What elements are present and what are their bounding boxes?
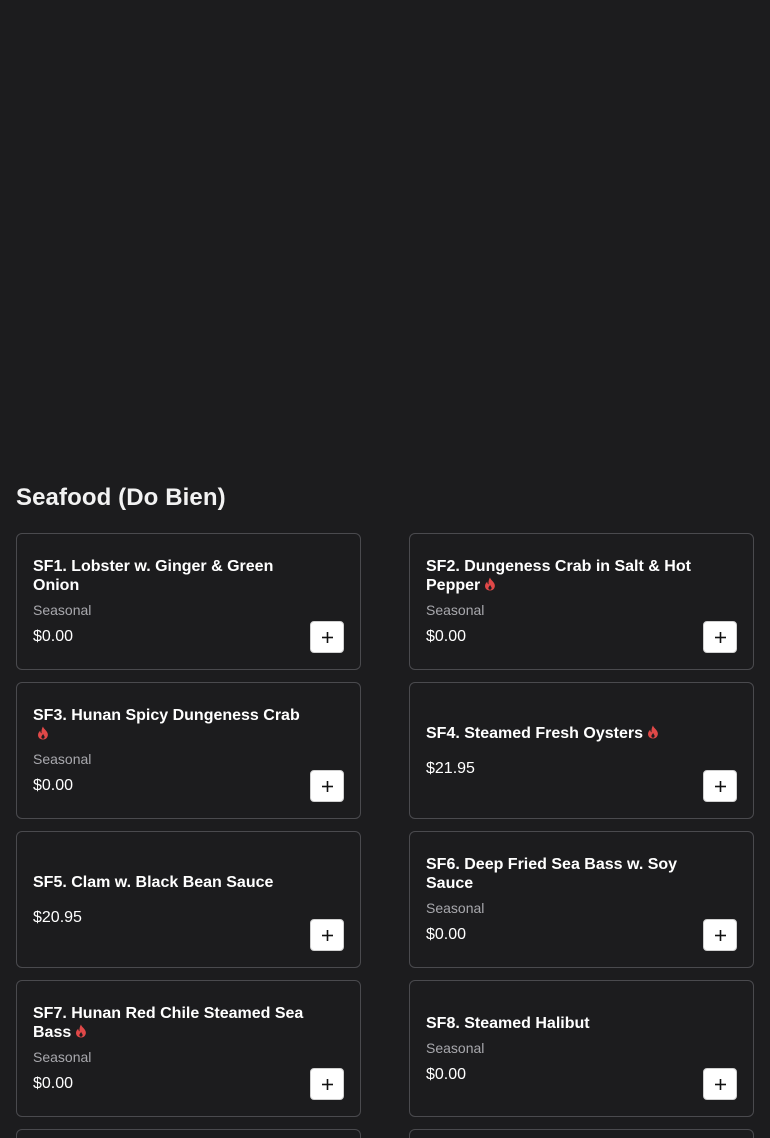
menu-item-price: $20.95 [33,908,82,926]
plus-icon [714,929,726,941]
plus-icon [321,780,333,792]
menu-item-name-text: SF7. Hunan Red Chile Steamed Sea Bass [33,1005,304,1041]
section-title: Seafood (Do Bien) [16,484,226,511]
spicy-flame-icon [647,725,659,739]
add-to-cart-button[interactable] [310,621,344,653]
spicy-flame-icon [37,726,49,740]
menu-item-content: SF5. Clam w. Black Bean Sauce $20.95 [33,873,344,927]
spicy-flame-icon [484,577,496,591]
menu-item-name: SF3. Hunan Spicy Dungeness Crab [33,706,314,744]
menu-item-name: SF6. Deep Fried Sea Bass w. Soy Sauce [426,855,707,893]
menu-item-grid: SF1. Lobster w. Ginger & Green Onion Seas… [16,533,754,1117]
menu-item-card[interactable]: SF6. Deep Fried Sea Bass w. Soy Sauce Sea… [409,831,754,968]
menu-item-content: SF3. Hunan Spicy Dungeness Crab Seasonal $… [33,706,344,795]
plus-icon [714,631,726,643]
menu-item-name: SF2. Dungeness Crab in Salt & Hot Pepper [426,557,707,595]
spicy-flame-icon [75,1024,87,1038]
menu-item-name-text: SF6. Deep Fried Sea Bass w. Soy Sauce [426,856,678,892]
menu-item-name-text: SF8. Steamed Halibut [426,1014,590,1032]
menu-item-price: $0.00 [426,1065,467,1083]
menu-item-name-text: SF3. Hunan Spicy Dungeness Crab [33,707,300,724]
add-to-cart-button[interactable] [310,1068,344,1100]
menu-item-price: $0.00 [426,926,467,943]
menu-item-name-text: SF5. Clam w. Black Bean Sauce [33,873,274,891]
menu-item-note: Seasonal [33,1049,92,1065]
menu-item-card[interactable]: SF3. Hunan Spicy Dungeness Crab Seasonal $… [16,682,361,819]
plus-icon [714,780,726,792]
menu-item-name-text: SF1. Lobster w. Ginger & Green Onion [33,558,274,594]
menu-item-name-text: SF4. Steamed Fresh Oysters [426,724,643,742]
add-to-cart-button[interactable] [703,919,737,951]
add-to-cart-button[interactable] [703,770,737,802]
next-row-partial [16,1129,754,1138]
menu-item-price: $0.00 [426,628,467,645]
menu-item-content: SF1. Lobster w. Ginger & Green Onion Seas… [33,557,344,646]
menu-item-note: Seasonal [426,602,485,618]
menu-item-note: Seasonal [33,602,92,618]
menu-item-card-partial[interactable] [409,1129,754,1138]
menu-item-price: $21.95 [426,759,475,777]
menu-item-content: SF8. Steamed Halibut Seasonal $0.00 [426,1014,737,1084]
menu-item-card[interactable]: SF4. Steamed Fresh Oysters $21.95 [409,682,754,819]
menu-item-price: $0.00 [33,628,74,645]
plus-icon [321,929,333,941]
menu-item-price: $0.00 [33,777,74,794]
menu-item-content: SF6. Deep Fried Sea Bass w. Soy Sauce Sea… [426,855,737,944]
menu-item-name: SF7. Hunan Red Chile Steamed Sea Bass [33,1004,314,1042]
add-to-cart-button[interactable] [310,919,344,951]
plus-icon [321,631,333,643]
menu-item-name: SF5. Clam w. Black Bean Sauce [33,873,314,892]
menu-item-price: $0.00 [33,1075,74,1092]
menu-item-note: Seasonal [426,1039,485,1056]
menu-item-name-text: SF2. Dungeness Crab in Salt & Hot Pepper [426,558,691,594]
plus-icon [321,1078,333,1090]
menu-page: Seafood (Do Bien) SF1. Lobster w. Ginger… [0,0,770,1138]
menu-item-name: SF1. Lobster w. Ginger & Green Onion [33,557,314,595]
add-to-cart-button[interactable] [310,770,344,802]
hero-image-area [0,0,770,470]
menu-item-note: Seasonal [426,900,485,916]
menu-item-content: SF7. Hunan Red Chile Steamed Sea Bass Sea… [33,1004,344,1093]
menu-item-card[interactable]: SF5. Clam w. Black Bean Sauce $20.95 [16,831,361,968]
add-to-cart-button[interactable] [703,1068,737,1100]
menu-item-card[interactable]: SF7. Hunan Red Chile Steamed Sea Bass Sea… [16,980,361,1117]
menu-item-card-partial[interactable] [16,1129,361,1138]
add-to-cart-button[interactable] [703,621,737,653]
menu-item-name: SF4. Steamed Fresh Oysters [426,724,707,743]
menu-item-note: Seasonal [33,751,92,767]
menu-item-content: SF4. Steamed Fresh Oysters $21.95 [426,724,737,778]
menu-item-content: SF2. Dungeness Crab in Salt & Hot Pepper… [426,557,737,646]
plus-icon [714,1078,726,1090]
menu-item-card[interactable]: SF1. Lobster w. Ginger & Green Onion Seas… [16,533,361,670]
menu-item-name: SF8. Steamed Halibut [426,1014,707,1033]
menu-item-card[interactable]: SF8. Steamed Halibut Seasonal $0.00 [409,980,754,1117]
menu-item-card[interactable]: SF2. Dungeness Crab in Salt & Hot Pepper… [409,533,754,670]
